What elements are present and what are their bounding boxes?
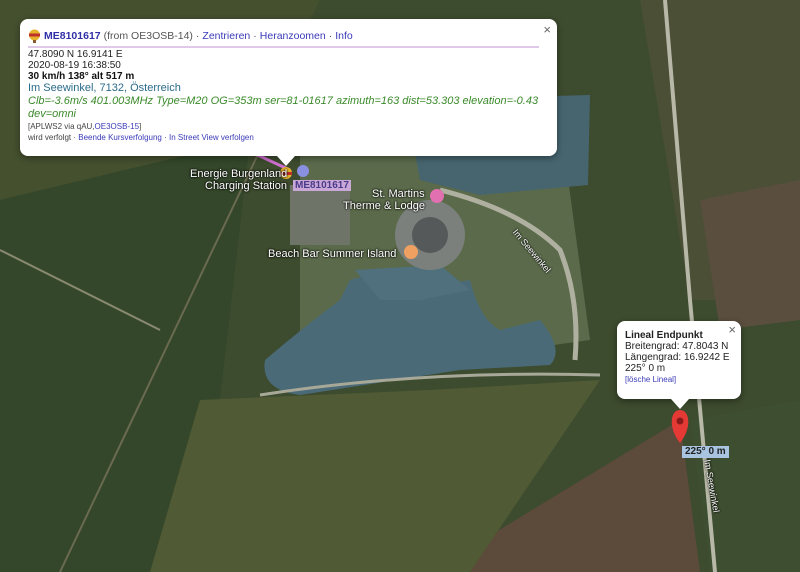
map-label-therme-2: Therme & Lodge	[343, 200, 425, 212]
close-icon[interactable]: ×	[728, 323, 736, 336]
from-station: (from OE3OSB-14)	[103, 29, 193, 42]
separator: ·	[195, 29, 200, 42]
comment: Clb=-3.6m/s 401.003MHz Type=M20 OG=353m …	[28, 95, 539, 120]
ruler-popup: × Lineal Endpunkt Breitengrad: 47.8043 N…	[617, 321, 741, 409]
popup-header: ME8101617 (from OE3OSB-14) · Zentrieren …	[28, 29, 539, 48]
stop-tracking-link[interactable]: Beende Kursverfolgung	[78, 133, 162, 142]
street-view-link[interactable]: In Street View verfolgen	[169, 133, 254, 142]
popup-tail	[277, 156, 295, 166]
bar-icon[interactable]	[404, 245, 418, 259]
delete-ruler-link[interactable]: [lösche Lineal]	[625, 374, 733, 385]
separator: ·	[253, 29, 257, 42]
path: [APLWS2 via qAU,OE3OSB-15]	[28, 121, 549, 132]
map-label-therme: St. Martins	[372, 188, 425, 200]
longitude: Längengrad: 16.9242 E	[625, 352, 730, 363]
position: 47.8090 N 16.9141 E	[28, 49, 123, 60]
ruler-distance-label: 225° 0 m	[682, 446, 729, 458]
hotel-icon[interactable]	[430, 189, 444, 203]
balloon-info-popup: × ME8101617 (from OE3OSB-14) · Zentriere…	[20, 19, 557, 166]
separator: ·	[328, 29, 333, 42]
path-station-link[interactable]: OE3OSB-15	[95, 122, 139, 131]
zoom-in-link[interactable]: Heranzoomen	[260, 30, 326, 42]
separator: ·	[73, 133, 77, 142]
bearing-distance: 225° 0 m	[625, 363, 666, 374]
center-link[interactable]: Zentrieren	[202, 30, 250, 42]
timestamp: 2020-08-19 16:38:50	[28, 60, 121, 71]
path-suffix: ]	[139, 122, 142, 131]
separator: ·	[164, 133, 167, 142]
latitude: Breitengrad: 47.8043 N	[625, 341, 729, 352]
station-callsign-tag[interactable]: ME8101617	[293, 180, 351, 191]
ruler-title: Lineal Endpunkt	[625, 330, 703, 341]
tracking-status: wird verfolgt	[28, 133, 72, 142]
close-icon[interactable]: ×	[543, 23, 551, 36]
map-label-charging: Energie Burgenland	[190, 168, 288, 180]
charging-station-icon[interactable]	[297, 165, 309, 177]
popup-tail	[671, 399, 689, 409]
map-label-beach-bar: Beach Bar Summer Island	[268, 248, 397, 260]
speed-course-altitude: 30 km/h 138° alt 517 m	[28, 71, 135, 82]
balloon-icon	[29, 29, 40, 43]
info-link[interactable]: Info	[335, 30, 353, 42]
tracking-row: wird verfolgt · Beende Kursverfolgung · …	[28, 132, 549, 143]
path-prefix: [APLWS2 via qAU,	[28, 122, 95, 131]
callsign-link[interactable]: ME8101617	[44, 30, 101, 42]
address: Im Seewinkel, 7132, Österreich	[28, 82, 181, 94]
map-label-charging-2: Charging Station	[205, 180, 287, 192]
